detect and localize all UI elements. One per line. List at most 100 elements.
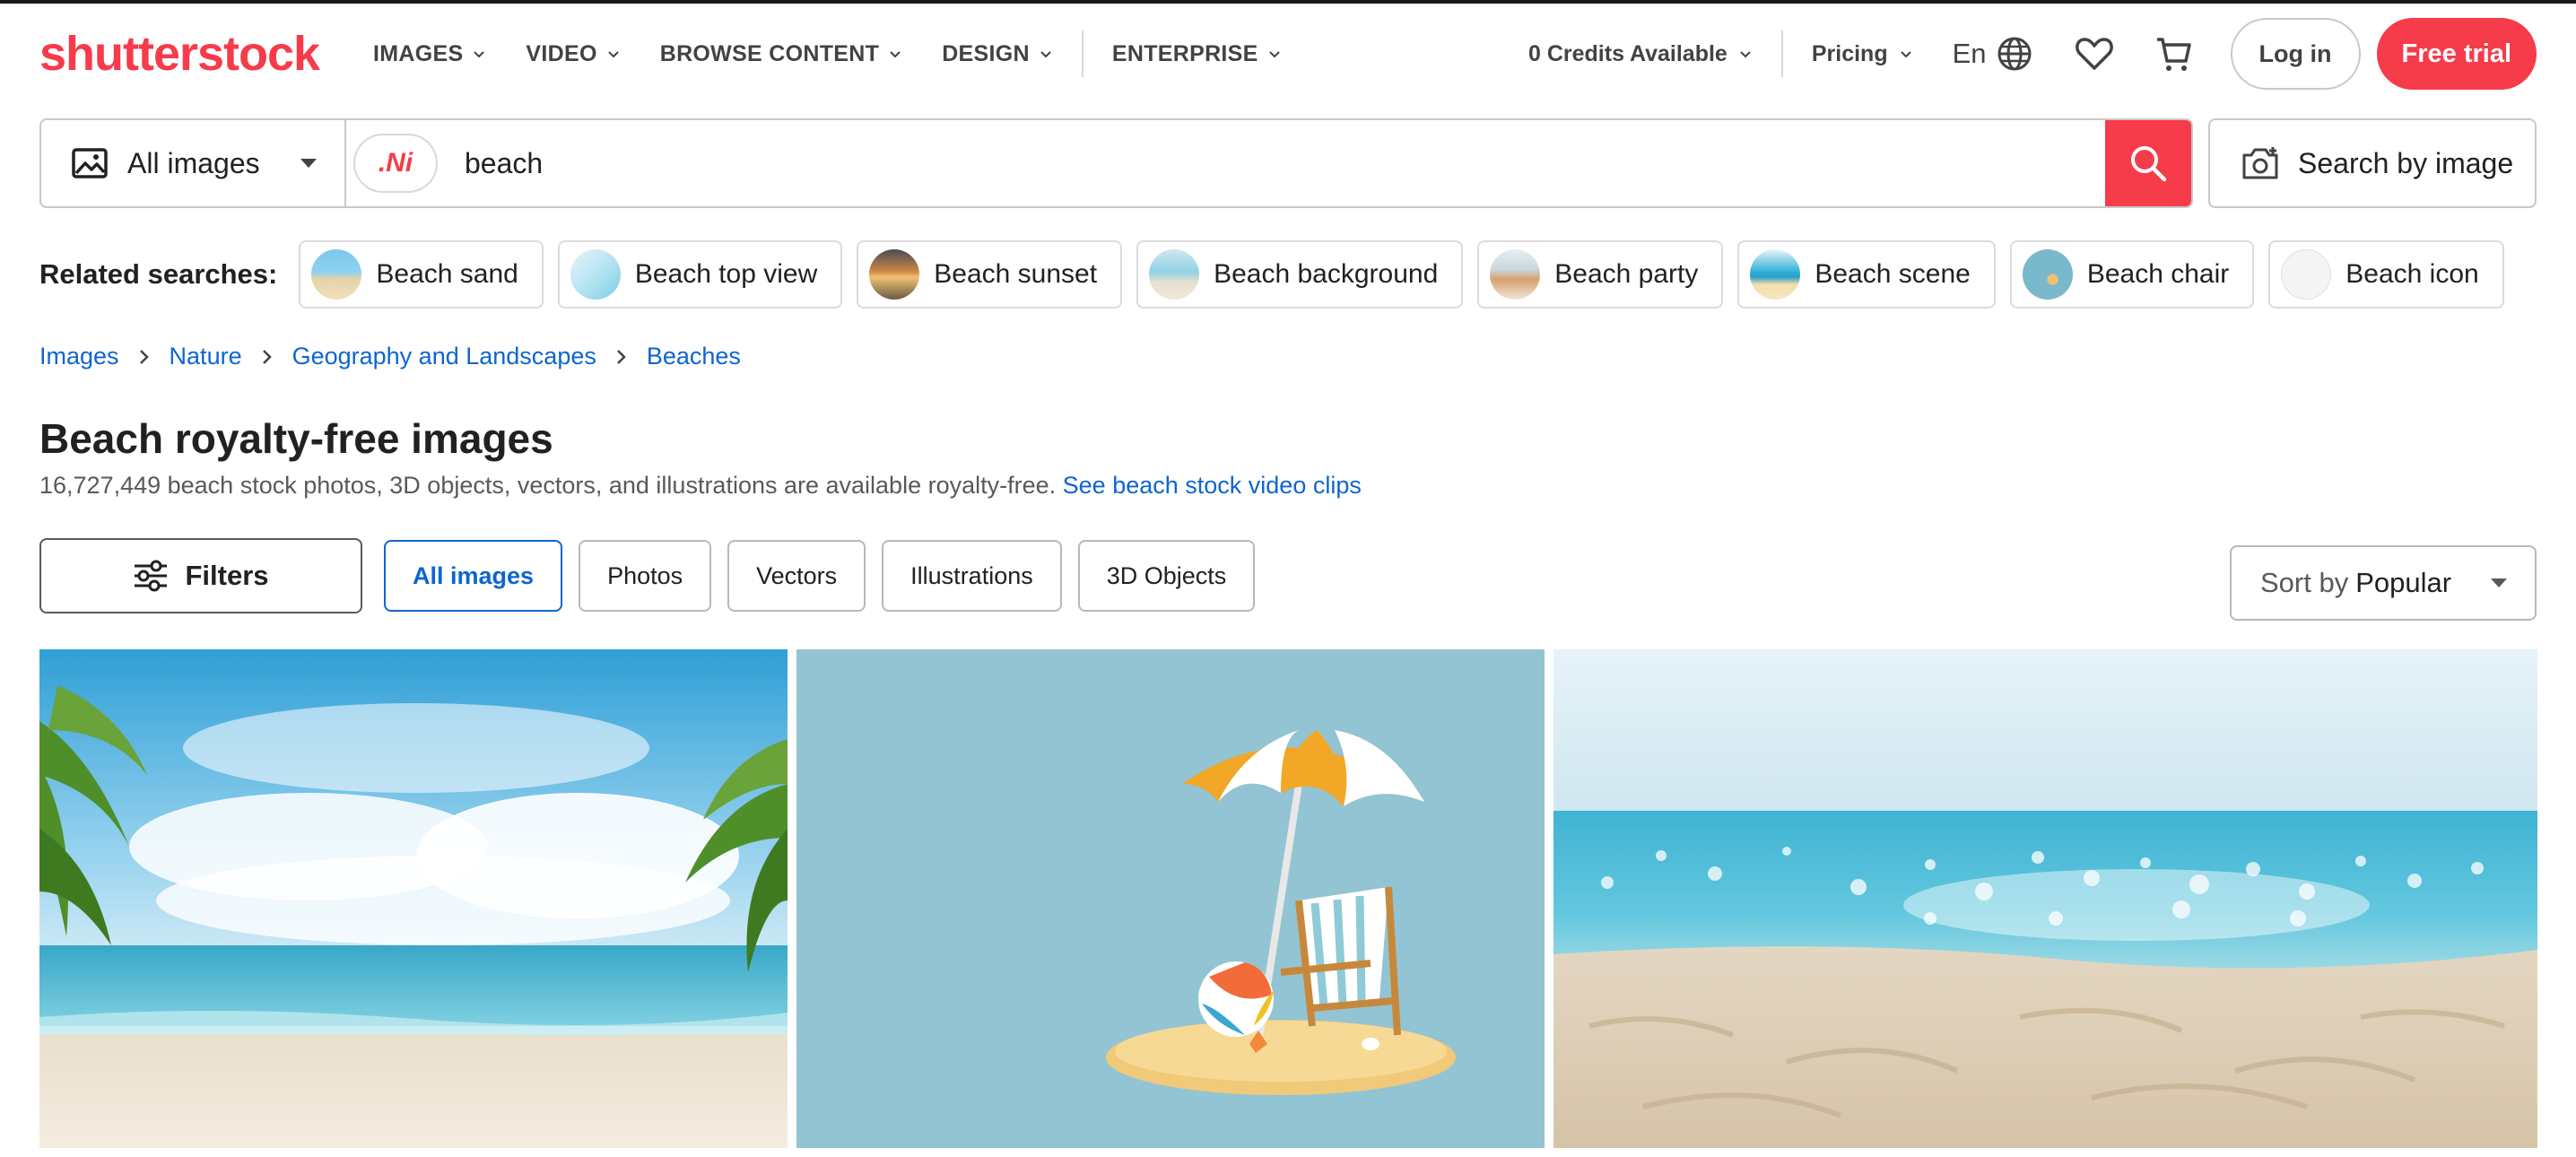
results-summary: 16,727,449 beach stock photos, 3D object… [39,472,1362,500]
login-button[interactable]: Log in [2230,18,2361,90]
beach-umbrella-3d-render [796,649,1545,1148]
search-type-label: All images [127,146,260,179]
related-searches: Related searches: Beach sand Beach top v… [39,240,2519,309]
image-icon [72,148,108,178]
tab-all-images[interactable]: All images [384,540,563,612]
page-title: Beach royalty-free images [39,415,553,462]
thumbnail [1149,249,1200,300]
shutterstock-logo[interactable]: shutterstock [39,29,320,79]
nav-enterprise-label: ENTERPRISE [1111,40,1258,66]
chevron-down-icon [890,51,901,58]
tab-photos[interactable]: Photos [579,540,712,612]
cart-button[interactable] [2152,32,2195,75]
result-image-3d-umbrella[interactable] [796,649,1545,1148]
heart-icon [2075,38,2113,70]
ai-search-icon[interactable]: .Ni [353,134,438,193]
thumbnail [1490,249,1541,300]
related-chip-beach-icon[interactable]: Beach icon [2268,240,2504,309]
search-bar: All images .Ni [39,118,2193,208]
search-icon [2131,146,2167,182]
related-chip-label: Beach scene [1815,259,1971,289]
favorites-button[interactable] [2073,32,2116,75]
sort-value: Popular [2355,567,2452,598]
credits-dropdown[interactable]: 0 Credits Available [1528,41,1753,67]
sandy-beach-bokeh-photo [1553,649,2537,1148]
chevron-down-icon [1900,51,1911,58]
nav-video-label: VIDEO [526,40,597,66]
search-type-dropdown[interactable]: All images [41,120,346,206]
thumbnail [1750,249,1801,300]
related-chip-label: Beach chair [2086,259,2230,289]
search-button[interactable] [2105,120,2191,206]
account-nav: 0 Credits Available Pricing En Log in Fr… [1528,4,2537,104]
free-trial-button[interactable]: Free trial [2376,18,2537,90]
chevron-down-icon [608,51,619,58]
tab-illustrations[interactable]: Illustrations [882,540,1062,612]
nav-images[interactable]: IMAGES [373,41,486,67]
sort-dropdown[interactable]: Sort by Popular [2230,545,2537,621]
result-image-tropical-beach[interactable] [39,649,788,1148]
chevron-right-icon [616,349,627,365]
caret-down-icon [300,159,317,168]
related-chip-beach-background[interactable]: Beach background [1136,240,1464,309]
sliders-icon [135,560,168,592]
related-chip-label: Beach sand [376,259,518,289]
sort-prefix: Sort by [2260,567,2349,598]
related-searches-label: Related searches: [39,258,278,290]
language-selector[interactable]: En [1953,35,2033,73]
breadcrumb-nature[interactable]: Nature [170,343,242,370]
search-by-image-label: Search by image [2298,146,2514,179]
thumbnail [570,249,621,300]
caret-down-icon [2491,578,2507,587]
language-label: En [1952,38,1987,69]
thumbnail [2022,249,2073,300]
thumbnail [2281,249,2332,300]
related-chip-beach-top-view[interactable]: Beach top view [557,240,843,309]
camera-search-icon [2242,147,2278,179]
breadcrumb-beaches[interactable]: Beaches [647,343,741,370]
chevron-right-icon [262,349,273,365]
nav-divider [1081,30,1083,77]
breadcrumb-images[interactable]: Images [39,343,119,370]
thumbnail [869,249,920,300]
video-clips-link[interactable]: See beach stock video clips [1063,472,1362,499]
nav-video[interactable]: VIDEO [526,41,620,67]
tab-3d-objects[interactable]: 3D Objects [1077,540,1256,612]
result-image-sandy-beach[interactable] [1553,649,2537,1148]
cart-icon [2156,38,2191,71]
search-input[interactable] [438,120,2105,206]
header: shutterstock IMAGES VIDEO BROWSE CONTENT… [0,4,2576,104]
breadcrumb-geography[interactable]: Geography and Landscapes [292,343,596,370]
image-type-tabs: All images Photos Vectors Illustrations … [384,540,1271,612]
results-count-text: 16,727,449 beach stock photos, 3D object… [39,472,1057,499]
chevron-right-icon [139,349,150,365]
related-chip-label: Beach top view [634,259,818,289]
related-chip-beach-scene[interactable]: Beach scene [1737,240,1996,309]
related-chip-beach-sunset[interactable]: Beach sunset [857,240,1123,309]
pricing-dropdown[interactable]: Pricing [1812,41,1913,67]
related-chip-label: Beach party [1554,259,1699,289]
related-chip-beach-sand[interactable]: Beach sand [299,240,544,309]
chevron-down-icon [474,51,485,58]
globe-icon [1997,37,2032,71]
nav-browse-content[interactable]: BROWSE CONTENT [660,41,902,67]
related-chip-label: Beach background [1214,259,1439,289]
related-chip-beach-chair[interactable]: Beach chair [2009,240,2255,309]
nav-design-label: DESIGN [942,40,1030,66]
breadcrumb: Images Nature Geography and Landscapes B… [39,343,741,370]
nav-browse-content-label: BROWSE CONTENT [659,40,880,66]
related-chip-label: Beach icon [2345,259,2479,289]
nav-images-label: IMAGES [373,40,464,66]
filters-button[interactable]: Filters [39,538,362,613]
chevron-down-icon [1740,51,1751,58]
nav-enterprise[interactable]: ENTERPRISE [1112,41,1282,67]
thumbnail [311,249,362,300]
nav-design[interactable]: DESIGN [942,41,1053,67]
tab-vectors[interactable]: Vectors [727,540,866,612]
main-nav: IMAGES VIDEO BROWSE CONTENT DESIGN ENTER… [373,4,1321,104]
search-by-image-button[interactable]: Search by image [2208,118,2537,208]
filters-label: Filters [185,560,269,591]
related-chip-beach-party[interactable]: Beach party [1477,240,1724,309]
related-chip-label: Beach sunset [934,259,1098,289]
nav-divider [1780,30,1783,77]
